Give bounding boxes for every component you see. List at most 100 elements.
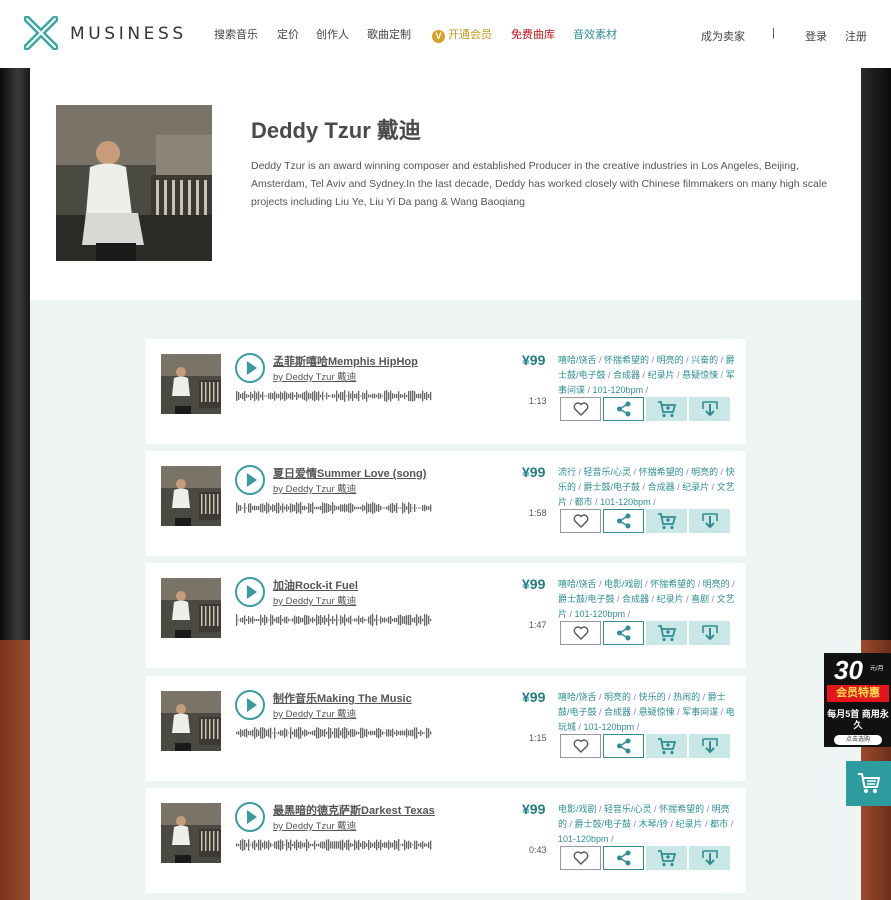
play-button[interactable] (235, 577, 265, 607)
track-tag[interactable]: 合成器 (613, 370, 640, 380)
play-button[interactable] (235, 802, 265, 832)
track-tag[interactable]: 快乐的 (639, 692, 666, 702)
track-tag[interactable]: 101-120bpm (575, 609, 626, 619)
track-tag[interactable]: 合成器 (604, 707, 631, 717)
nav-register[interactable]: 注册 (845, 28, 867, 44)
nav-custom-song[interactable]: 歌曲定制 (367, 26, 411, 42)
track-tag[interactable]: 悬疑惊悚 (639, 707, 675, 717)
nav-creators[interactable]: 创作人 (316, 26, 349, 42)
add-to-cart-button[interactable] (646, 734, 687, 758)
track-artist-link[interactable]: by Deddy Tzur 戴迪 (273, 818, 356, 832)
track-tag[interactable]: 流行 (558, 467, 576, 477)
track-tag[interactable]: 101-120bpm (593, 385, 644, 395)
track-tag[interactable]: 明亮的 (691, 467, 718, 477)
share-button[interactable] (603, 509, 644, 533)
track-tag[interactable]: 明亮的 (703, 579, 730, 589)
track-title[interactable]: 最黑暗的德克萨斯Darkest Texas (273, 802, 435, 818)
nav-login[interactable]: 登录 (805, 28, 827, 44)
track-title[interactable]: 加油Rock-it Fuel (273, 577, 358, 593)
track-tag[interactable]: 都市 (710, 819, 728, 829)
nav-vip[interactable]: V 开通会员 (432, 26, 492, 43)
track-tag[interactable]: 怀揣希望的 (650, 579, 695, 589)
track-artist-link[interactable]: by Deddy Tzur 戴迪 (273, 369, 356, 383)
track-duration: 1:58 (529, 508, 547, 518)
track-tag[interactable]: 嘻哈/饶舌 (558, 579, 597, 589)
track-tag[interactable]: 爵士鼓/电子鼓 (558, 594, 615, 604)
download-button[interactable] (689, 509, 730, 533)
like-button[interactable] (560, 397, 601, 421)
download-button[interactable] (689, 734, 730, 758)
download-button[interactable] (689, 846, 730, 870)
add-to-cart-button[interactable] (646, 846, 687, 870)
track-tag[interactable]: 嘻哈/饶舌 (558, 355, 597, 365)
track-tag[interactable]: 怀揣希望的 (639, 467, 684, 477)
track-tag[interactable]: 101-120bpm (584, 722, 635, 732)
waveform[interactable] (236, 726, 446, 740)
like-button[interactable] (560, 509, 601, 533)
track-tag[interactable]: 悬疑惊悚 (682, 370, 718, 380)
share-button[interactable] (603, 621, 644, 645)
track-tag[interactable]: 纪录片 (676, 819, 703, 829)
track-tag[interactable]: 怀揣希望的 (604, 355, 649, 365)
play-button[interactable] (235, 353, 265, 383)
like-button[interactable] (560, 621, 601, 645)
play-button[interactable] (235, 465, 265, 495)
track-tag[interactable]: 101-120bpm (600, 497, 651, 507)
add-to-cart-button[interactable] (646, 621, 687, 645)
track-tag[interactable]: 明亮的 (604, 692, 631, 702)
track-tag[interactable]: 爵士鼓/电子鼓 (575, 819, 632, 829)
waveform[interactable] (236, 838, 446, 852)
track-title[interactable]: 孟菲斯嘻哈Memphis HipHop (273, 353, 418, 369)
track-tag[interactable]: 明亮的 (657, 355, 684, 365)
waveform[interactable] (236, 501, 446, 515)
track-tag[interactable]: 怀揣希望的 (659, 804, 704, 814)
track-tag[interactable]: 热闹的 (673, 692, 700, 702)
track-tag[interactable]: 轻音乐/心灵 (584, 467, 632, 477)
track-tag[interactable]: 电影/戏剧 (604, 579, 643, 589)
promo-cta-button[interactable]: 点击选购 (834, 735, 882, 745)
nav-become-seller[interactable]: 成为卖家 (701, 28, 745, 44)
track-tag[interactable]: 纪录片 (657, 594, 684, 604)
track-tag[interactable]: 木琴/铃 (639, 819, 669, 829)
track-card: 加油Rock-it Fuel by Deddy Tzur 戴迪 ¥99 1:47… (146, 563, 746, 668)
track-artist-link[interactable]: by Deddy Tzur 戴迪 (273, 481, 356, 495)
nav-search-music[interactable]: 搜索音乐 (214, 26, 258, 42)
track-tag[interactable]: 爵士鼓/电子鼓 (584, 482, 641, 492)
track-tag[interactable]: 轻音乐/心灵 (604, 804, 652, 814)
track-title[interactable]: 夏日爱情Summer Love (song) (273, 465, 426, 481)
track-tag[interactable]: 电影/戏剧 (558, 804, 597, 814)
add-to-cart-button[interactable] (646, 509, 687, 533)
track-tag[interactable]: 101-120bpm (558, 834, 609, 844)
nav-free-library[interactable]: 免费曲库 (511, 26, 555, 42)
track-tag[interactable]: 合成器 (622, 594, 649, 604)
track-tag[interactable]: 都市 (575, 497, 593, 507)
track-artist-link[interactable]: by Deddy Tzur 戴迪 (273, 706, 356, 720)
track-tag[interactable]: 嘻哈/饶舌 (558, 692, 597, 702)
download-button[interactable] (689, 397, 730, 421)
track-tag[interactable]: 合成器 (648, 482, 675, 492)
download-button[interactable] (689, 621, 730, 645)
vip-promo-banner[interactable]: 30 元/月 会员特惠 每月5首 商用永久 点击选购 (824, 653, 891, 747)
track-artist-link[interactable]: by Deddy Tzur 戴迪 (273, 593, 356, 607)
share-button[interactable] (603, 846, 644, 870)
track-title[interactable]: 制作音乐Making The Music (273, 690, 412, 706)
share-button[interactable] (603, 734, 644, 758)
nav-pricing[interactable]: 定价 (277, 26, 299, 42)
waveform[interactable] (236, 613, 446, 627)
track-tag[interactable]: 兴奋的 (691, 355, 718, 365)
waveform[interactable] (236, 389, 446, 403)
logo-text[interactable]: MUSINESS (70, 24, 187, 44)
track-tag[interactable]: 喜剧 (691, 594, 709, 604)
track-tag[interactable]: 军事间谍 (682, 707, 718, 717)
tag-separator: / (729, 579, 735, 589)
nav-sound-effects[interactable]: 音效素材 (573, 26, 617, 42)
share-button[interactable] (603, 397, 644, 421)
musiness-logo-icon[interactable] (24, 16, 58, 50)
track-tag[interactable]: 纪录片 (682, 482, 709, 492)
add-to-cart-button[interactable] (646, 397, 687, 421)
like-button[interactable] (560, 846, 601, 870)
like-button[interactable] (560, 734, 601, 758)
track-tag[interactable]: 纪录片 (648, 370, 675, 380)
floating-cart-button[interactable] (846, 761, 891, 806)
play-button[interactable] (235, 690, 265, 720)
